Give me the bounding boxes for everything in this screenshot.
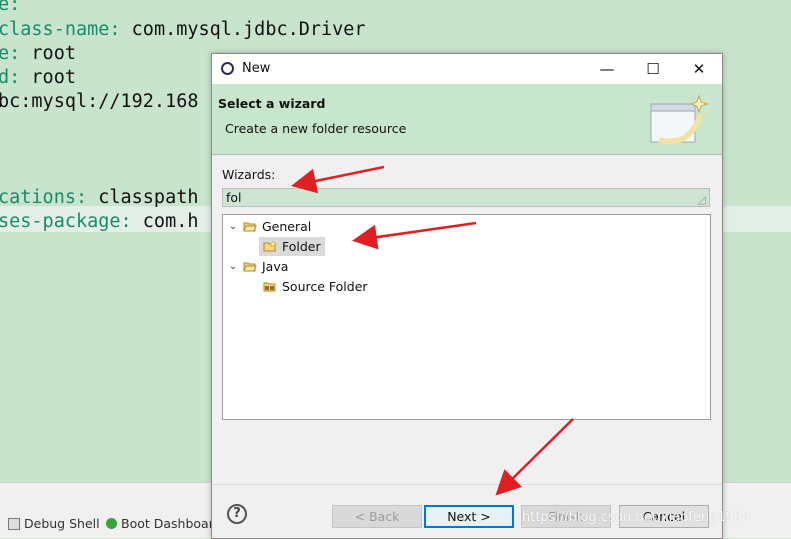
tree-node-java[interactable]: ⌄ Java <box>227 257 289 276</box>
next-button[interactable]: Next > <box>424 505 514 528</box>
boot-dashboard-tab[interactable]: Boot Dashboar <box>106 516 214 531</box>
wizard-header-title: Select a wizard <box>218 96 326 111</box>
watermark-text: https://blog.csdn.net/xiaofeng1998 <box>522 510 751 525</box>
wizard-header: Select a wizard Create a new folder reso… <box>212 84 722 155</box>
folder-open-icon <box>243 222 257 232</box>
minimize-button[interactable]: — <box>584 54 630 84</box>
code-line: bc:mysql://192.168 <box>0 91 199 112</box>
code-line: ses-package: com.h <box>0 211 199 232</box>
wizards-tree[interactable]: ⌄ General Folder ⌄ Java Source Folder <box>222 214 711 420</box>
close-button[interactable]: ✕ <box>676 54 722 84</box>
wizard-filter-text: fol <box>226 190 242 205</box>
debug-shell-label: Debug Shell <box>24 516 100 531</box>
code-line: d: root <box>0 67 76 88</box>
clear-filter-icon[interactable]: ◿ <box>698 191 706 208</box>
wizard-banner-icon <box>650 94 709 145</box>
source-folder-icon <box>263 282 276 292</box>
footer-divider <box>212 484 722 485</box>
dialog-titlebar[interactable]: New — ☐ ✕ <box>212 54 722 84</box>
code-line: e: root <box>0 43 76 64</box>
tree-node-source-folder[interactable]: Source Folder <box>259 277 368 296</box>
tree-node-general-label: General <box>262 219 312 234</box>
folder-open-icon <box>243 262 257 272</box>
wizards-label: Wizards: <box>222 167 276 182</box>
help-icon[interactable]: ? <box>227 504 247 524</box>
code-line: cations: classpath <box>0 187 199 208</box>
tree-node-source-folder-label: Source Folder <box>282 279 368 294</box>
code-line: e: <box>0 0 21 15</box>
eclipse-icon <box>221 62 234 75</box>
maximize-button[interactable]: ☐ <box>630 54 676 84</box>
new-wizard-dialog: New — ☐ ✕ Select a wizard Create a new f… <box>211 53 723 539</box>
wizard-filter-input[interactable]: fol ◿ <box>222 188 710 207</box>
dialog-title: New <box>242 61 271 76</box>
tree-node-general[interactable]: ⌄ General <box>227 217 311 236</box>
debug-shell-tab[interactable]: Debug Shell <box>8 516 100 531</box>
boot-dashboard-icon <box>106 518 117 529</box>
back-button[interactable]: < Back <box>332 505 422 528</box>
wizard-header-description: Create a new folder resource <box>225 121 407 136</box>
debug-shell-icon <box>8 517 20 530</box>
code-line: class-name: com.mysql.jdbc.Driver <box>0 19 366 40</box>
chevron-down-icon[interactable]: ⌄ <box>227 261 239 272</box>
tree-node-folder-label: Folder <box>282 239 321 254</box>
new-folder-icon <box>263 241 277 252</box>
tree-node-java-label: Java <box>262 259 289 274</box>
boot-dashboard-label: Boot Dashboar <box>121 516 214 531</box>
chevron-down-icon[interactable]: ⌄ <box>227 221 239 232</box>
tree-node-folder[interactable]: Folder <box>259 237 325 256</box>
